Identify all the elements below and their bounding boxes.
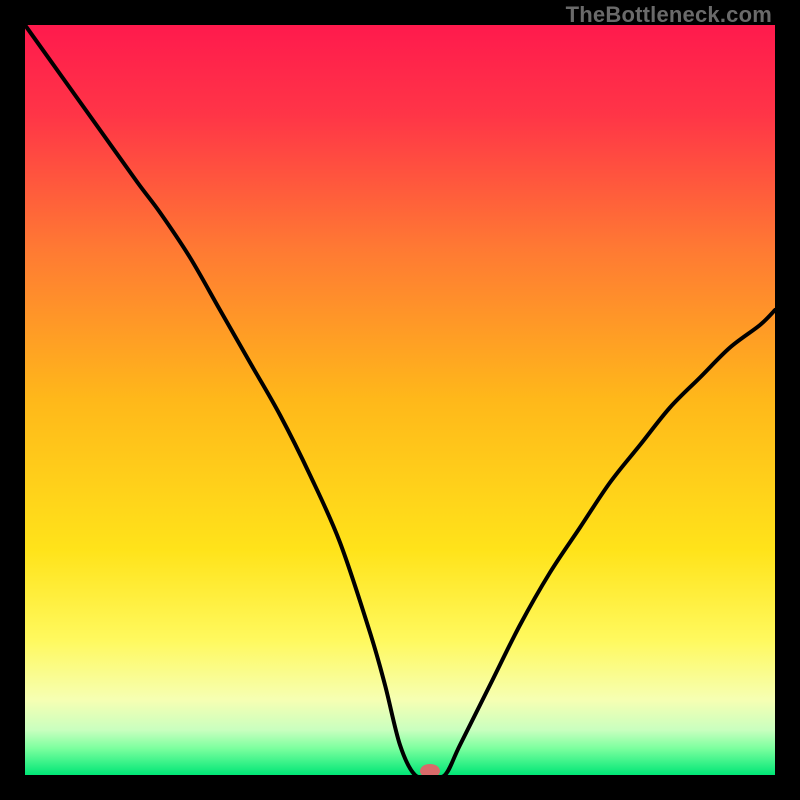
gradient-background [25, 25, 775, 775]
watermark-text: TheBottleneck.com [566, 2, 772, 28]
chart-svg [25, 25, 775, 775]
chart-frame: TheBottleneck.com [0, 0, 800, 800]
chart-plot-area [25, 25, 775, 775]
